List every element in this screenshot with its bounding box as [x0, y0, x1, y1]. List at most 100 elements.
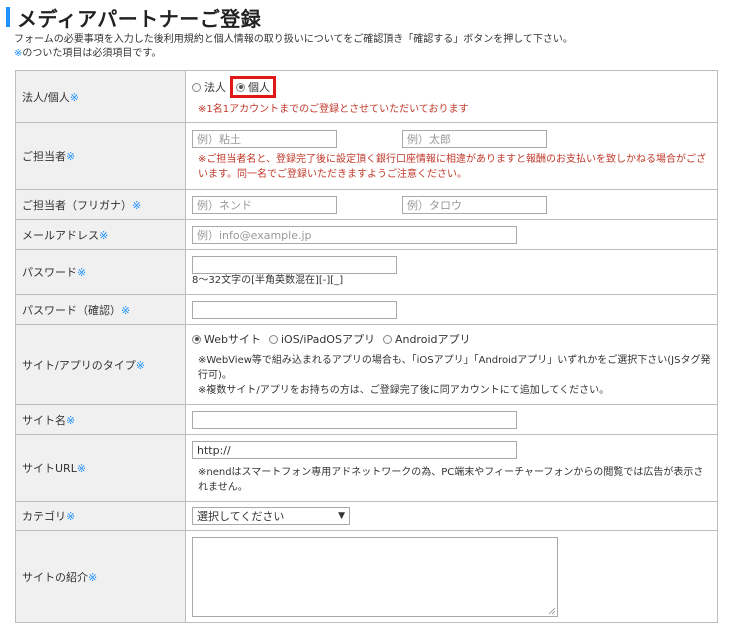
radio-ios-app-circle[interactable]: [268, 334, 278, 344]
site-type-note-2: ※複数サイト/アプリをお持ちの方は、ご登録完了後に同アカウントにて追加してくださ…: [198, 385, 610, 396]
label-email: メールアドレス※: [15, 219, 186, 250]
required-mark: ※: [88, 570, 98, 584]
cell-site-url: http:// ※nendはスマートフォン専用アドネットワークの為、PC端末やフ…: [185, 434, 718, 502]
lead-line-2-text: のついた項目は必須項目です。: [22, 48, 162, 59]
required-mark: ※: [69, 90, 79, 104]
category-select[interactable]: 選択してください ▼: [192, 507, 350, 525]
row-site-name: サイト名※: [15, 404, 718, 435]
cell-site-type: Webサイト iOS/iPadOSアプリ Androidアプリ ※WebView…: [185, 324, 718, 405]
row-password-confirm: パスワード（確認）※: [15, 294, 718, 325]
radio-corporate-circle[interactable]: [192, 82, 201, 92]
required-mark: ※: [77, 266, 87, 279]
lead-text: フォームの必要事項を入力した後利用規約と個人情報の取り扱いについてをご確認頂き「…: [14, 33, 573, 61]
lead-line-1: フォームの必要事項を入力した後利用規約と個人情報の取り扱いについてをご確認頂き「…: [14, 34, 573, 45]
row-contact-kana: ご担当者（フリガナ）※ 例）ネンド 例）タロウ: [15, 189, 718, 220]
label-text: カテゴリ: [22, 510, 66, 523]
radio-web-site[interactable]: Webサイト: [192, 331, 261, 347]
required-mark: ※: [99, 228, 109, 242]
password-input[interactable]: [192, 256, 397, 274]
row-email: メールアドレス※ 例）info@example.jp: [15, 219, 718, 250]
label-site-url: サイトURL※: [15, 434, 186, 502]
cell-password: 8～32文字の[半角英数混在][-][_]: [185, 249, 718, 295]
required-mark: ※: [66, 413, 76, 427]
cell-password-confirm: [185, 294, 718, 325]
label-site-name: サイト名※: [15, 404, 186, 435]
row-password: パスワード※ 8～32文字の[半角英数混在][-][_]: [15, 249, 718, 295]
label-text: パスワード（確認）: [22, 303, 121, 317]
dropdown-arrow-icon: ▼: [338, 511, 345, 521]
contact-kana-inputs: 例）ネンド 例）タロウ: [192, 195, 711, 214]
entity-notice: ※1名1アカウントまでのご登録とさせていただいております: [198, 104, 469, 115]
label-contact: ご担当者※: [15, 122, 186, 190]
required-mark: ※: [135, 358, 145, 372]
row-site-intro: サイトの紹介※: [15, 530, 718, 623]
radio-android-app-label: Androidアプリ: [394, 333, 471, 346]
radio-corporate-label: 法人: [204, 81, 226, 94]
label-text: サイトURL: [22, 462, 77, 475]
radio-individual-circle[interactable]: [236, 82, 245, 92]
row-contact: ご担当者※ 例）粘土 例）太郎 ※ご担当者名と、登録完了後に設定頂く銀行口座情報…: [15, 122, 718, 190]
site-type-radio-group: Webサイト iOS/iPadOSアプリ Androidアプリ: [192, 331, 711, 347]
label-category: カテゴリ※: [15, 501, 186, 531]
cell-category: 選択してください ▼: [185, 501, 718, 531]
entity-type-radio-group: 法人 個人: [192, 76, 711, 98]
site-url-input[interactable]: http://: [192, 441, 517, 459]
email-input[interactable]: 例）info@example.jp: [192, 225, 517, 244]
radio-corporate[interactable]: 法人: [192, 79, 226, 95]
required-mark: ※: [132, 198, 142, 212]
radio-web-site-label: Webサイト: [204, 333, 261, 346]
row-site-url: サイトURL※ http:// ※nendはスマートフォン専用アドネットワークの…: [15, 434, 718, 502]
cell-entity-type: 法人 個人 ※1名1アカウントまでのご登録とさせていただいております: [185, 70, 718, 123]
category-selected-value: 選択してください: [197, 510, 285, 523]
page-header: メディアパートナーご登録: [6, 6, 261, 31]
radio-individual[interactable]: 個人: [230, 76, 276, 98]
cell-contact: 例）粘土 例）太郎 ※ご担当者名と、登録完了後に設定頂く銀行口座情報に相違があり…: [185, 122, 718, 190]
required-mark: ※: [121, 303, 131, 317]
site-name-input[interactable]: [192, 410, 517, 429]
cell-site-name: [185, 404, 718, 435]
contact-kana-first-input[interactable]: 例）タロウ: [402, 195, 547, 214]
resize-grip-icon[interactable]: [548, 607, 556, 615]
contact-inputs: 例）粘土 例）太郎: [192, 130, 711, 148]
site-url-note: ※nendはスマートフォン専用アドネットワークの為、PC端末やフィーチャーフォン…: [198, 467, 704, 493]
label-entity-type: 法人/個人※: [15, 70, 186, 123]
page-title: メディアパートナーご登録: [17, 6, 262, 31]
label-password-confirm: パスワード（確認）※: [15, 294, 186, 325]
password-helper: 8～32文字の[半角英数混在][-][_]: [192, 275, 344, 286]
required-mark: ※: [76, 462, 87, 475]
label-password: パスワード※: [15, 249, 186, 295]
row-site-type: サイト/アプリのタイプ※ Webサイト iOS/iPadOSアプリ Androi…: [15, 324, 718, 405]
radio-individual-label: 個人: [248, 81, 270, 94]
required-mark: ※: [66, 510, 76, 523]
radio-ios-app[interactable]: iOS/iPadOSアプリ: [268, 331, 375, 347]
site-intro-textarea[interactable]: [192, 536, 558, 617]
label-site-type: サイト/アプリのタイプ※: [15, 324, 186, 405]
cell-contact-kana: 例）ネンド 例）タロウ: [185, 189, 718, 220]
contact-first-name-input[interactable]: 例）太郎: [402, 130, 547, 148]
cell-email: 例）info@example.jp: [185, 219, 718, 250]
label-site-intro: サイトの紹介※: [15, 530, 186, 623]
radio-web-site-circle[interactable]: [192, 334, 201, 344]
label-text: サイトの紹介: [22, 570, 88, 584]
registration-page: メディアパートナーご登録 フォームの必要事項を入力した後利用規約と個人情報の取り…: [0, 0, 732, 627]
label-text: ご担当者（フリガナ）: [22, 198, 132, 212]
row-entity-type: 法人/個人※ 法人 個人 ※1名1アカウントまでのご登録とさせていただいておりま…: [15, 70, 718, 123]
contact-notice: ※ご担当者名と、登録完了後に設定頂く銀行口座情報に相違がありますと報酬のお支払い…: [198, 154, 706, 180]
label-text: 法人/個人: [22, 90, 70, 104]
registration-form: 法人/個人※ 法人 個人 ※1名1アカウントまでのご登録とさせていただいておりま…: [15, 70, 718, 623]
site-type-note-1: ※WebView等で組み込まれるアプリの場合も、「iOSアプリ」「Android…: [198, 355, 711, 381]
label-text: ご担当者: [22, 150, 66, 163]
label-text: パスワード: [22, 266, 77, 279]
label-text: サイト/アプリのタイプ: [22, 358, 136, 372]
cell-site-intro: [185, 530, 718, 623]
label-text: サイト名: [22, 413, 66, 427]
label-text: メールアドレス: [22, 228, 99, 242]
radio-android-app[interactable]: Androidアプリ: [382, 331, 471, 347]
contact-kana-last-input[interactable]: 例）ネンド: [192, 195, 337, 214]
required-mark: ※: [66, 150, 76, 163]
password-confirm-input[interactable]: [192, 300, 397, 319]
lead-line-2: ※のついた項目は必須項目です。: [14, 47, 573, 61]
radio-android-app-circle[interactable]: [382, 334, 392, 344]
radio-ios-app-label: iOS/iPadOSアプリ: [280, 333, 375, 346]
contact-last-name-input[interactable]: 例）粘土: [192, 130, 337, 148]
